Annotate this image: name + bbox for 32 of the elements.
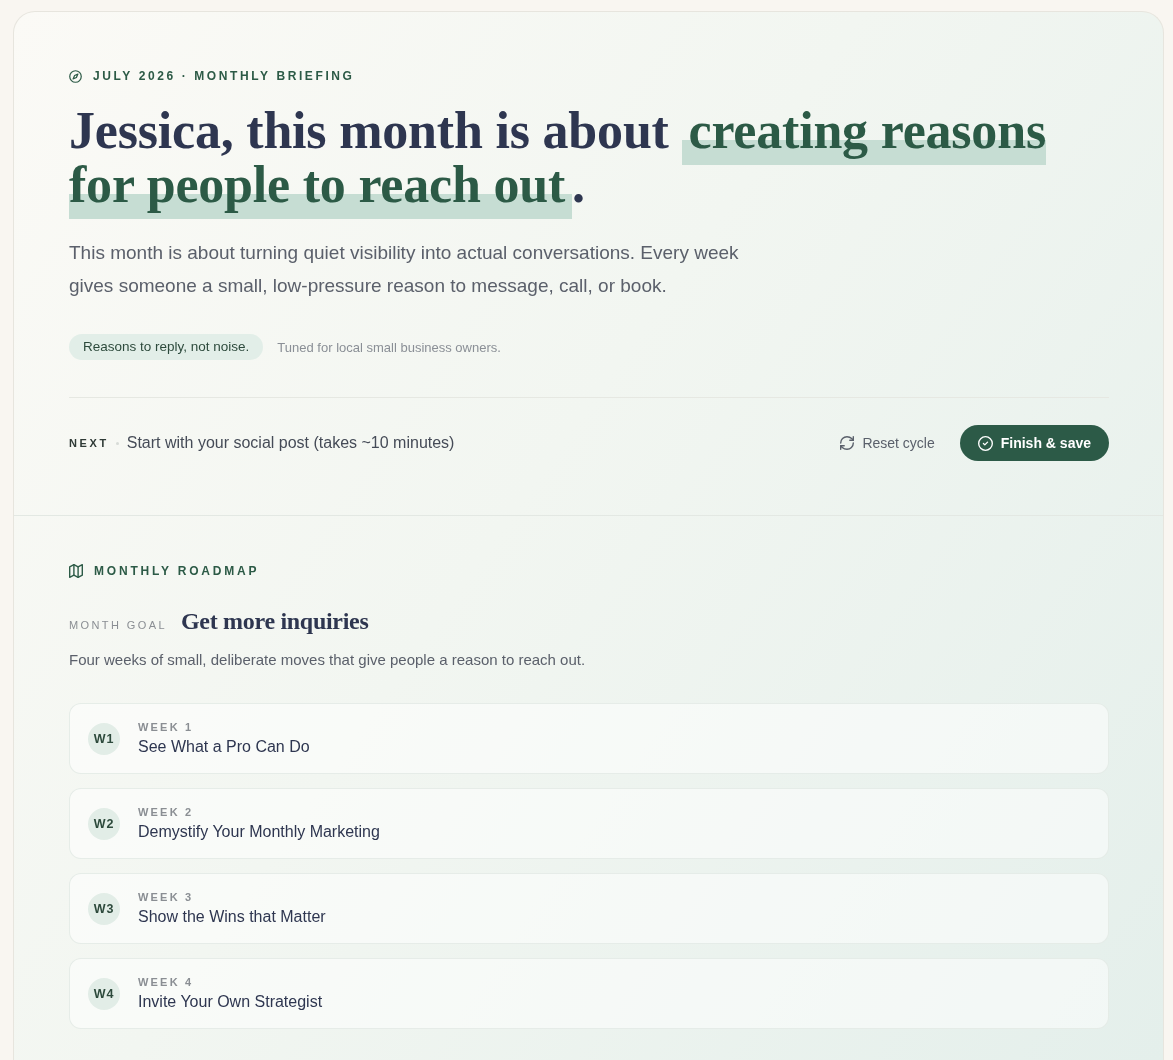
week-card[interactable]: W4 WEEK 4 Invite Your Own Strategist bbox=[69, 958, 1109, 1029]
next-step-text: Start with your social post (takes ~10 minutes) bbox=[126, 434, 455, 452]
briefing-eyebrow: JULY 2026 · MONTHLY BRIEFING bbox=[93, 68, 355, 84]
roadmap-heading: MONTHLY ROADMAP bbox=[94, 564, 260, 578]
audience-note: Tuned for local small business owners. bbox=[277, 339, 501, 355]
map-icon bbox=[69, 564, 83, 578]
week-badge: W4 bbox=[88, 977, 120, 1010]
refresh-icon bbox=[840, 436, 855, 450]
week-label: WEEK 1 bbox=[138, 720, 195, 734]
week-badge: W1 bbox=[88, 722, 120, 755]
week-title: Demystify Your Monthly Marketing bbox=[138, 822, 380, 842]
week-badge: W3 bbox=[88, 892, 120, 925]
week-title: Invite Your Own Strategist bbox=[138, 992, 323, 1012]
week-label: WEEK 3 bbox=[138, 890, 195, 904]
summary-text: This month is about turning quiet visibility into actual conversations. Every week gives someone a small, low-pressure reason to message, call, or book. bbox=[69, 241, 740, 298]
goal-title: Get more inquiries bbox=[180, 607, 369, 636]
next-label: NEXT bbox=[69, 437, 109, 449]
tagline-pill: Reasons to reply, not noise. bbox=[69, 334, 264, 360]
week-label: WEEK 2 bbox=[138, 805, 195, 819]
week-label: WEEK 4 bbox=[138, 975, 195, 989]
week-title: Show the Wins that Matter bbox=[138, 907, 326, 927]
finish-save-button[interactable]: Finish & save bbox=[959, 425, 1109, 461]
goal-label: MONTH GOAL bbox=[69, 619, 167, 631]
check-circle-icon bbox=[977, 435, 993, 451]
compass-icon bbox=[69, 69, 82, 83]
week-badge: W2 bbox=[88, 807, 120, 840]
reset-button[interactable]: Reset cycle bbox=[840, 425, 935, 461]
week-card[interactable]: W3 WEEK 3 Show the Wins that Matter bbox=[69, 873, 1109, 944]
week-card[interactable]: W2 WEEK 2 Demystify Your Monthly Marketing bbox=[69, 788, 1109, 859]
roadmap-description: Four weeks of small, deliberate moves that give people a reason to reach out. bbox=[69, 650, 587, 670]
week-card[interactable]: W1 WEEK 1 See What a Pro Can Do bbox=[69, 703, 1109, 774]
week-title: See What a Pro Can Do bbox=[138, 737, 310, 757]
